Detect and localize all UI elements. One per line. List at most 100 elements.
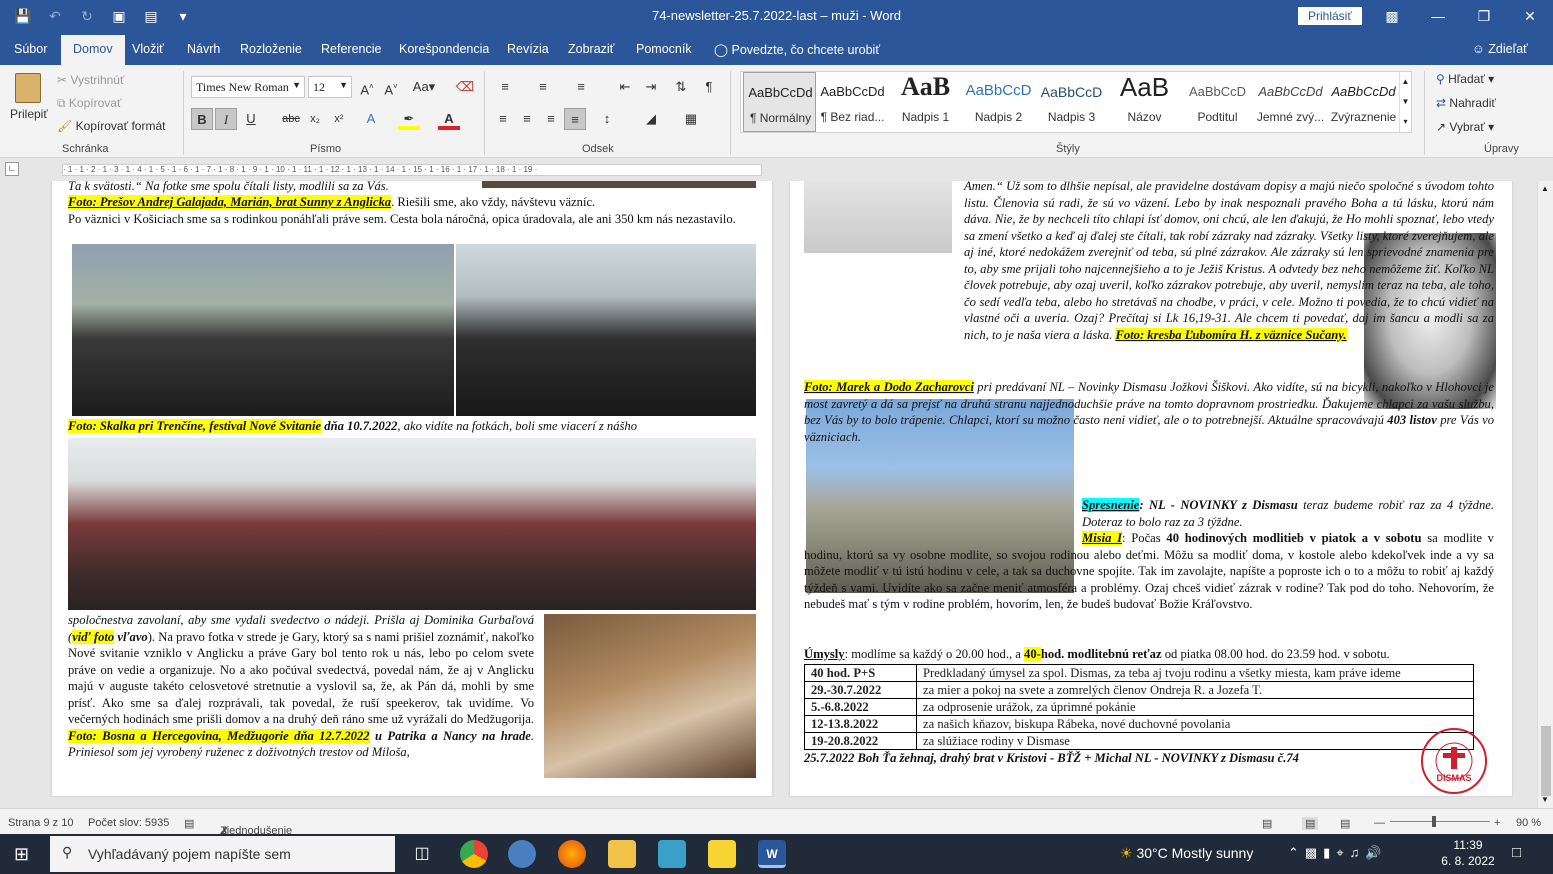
system-tray-icons[interactable]: ⌃▩▮⌖♫🔊 xyxy=(1288,845,1388,861)
paragraph-spresnenie: Spresnenie: NL - NOVINKY z Dismasu teraz… xyxy=(1082,498,1494,529)
shading-icon[interactable]: ◢ xyxy=(640,108,662,130)
ribbon-tabs: Súbor Domov Vložiť Návrh Rozloženie Refe… xyxy=(0,33,1553,65)
zoom-slider-thumb[interactable] xyxy=(1432,816,1436,827)
line-spacing-icon[interactable]: ↕ xyxy=(596,108,618,130)
font-size-combo[interactable]: 12 ▼ xyxy=(308,76,352,98)
task-view-icon[interactable]: ◫ xyxy=(408,840,436,868)
ribbon-display-icon[interactable]: ▩ xyxy=(1369,0,1415,33)
web-layout-icon[interactable]: ▤ xyxy=(1340,817,1350,830)
vertical-scrollbar[interactable]: ▲ ▼ xyxy=(1537,181,1553,808)
taskbar-search[interactable]: ⚲ Vyhľadávaný pojem napíšte sem xyxy=(50,836,395,872)
paste-button[interactable]: Prilepiť xyxy=(10,71,48,127)
scroll-up-icon[interactable]: ▲ xyxy=(1541,184,1549,193)
print-layout-icon[interactable]: ▤ xyxy=(1302,817,1319,830)
shrink-font-icon[interactable]: A˅ xyxy=(380,76,402,98)
superscript-button[interactable]: x² xyxy=(328,108,350,130)
svg-text:DISMAS: DISMAS xyxy=(1436,773,1471,783)
format-painter-button[interactable]: 🖌 Kopírovať formát xyxy=(57,119,165,133)
tab-design[interactable]: Návrh xyxy=(187,42,220,56)
signin-button[interactable]: Prihlásiť xyxy=(1298,7,1362,25)
subscript-button[interactable]: x₂ xyxy=(304,108,326,130)
zoom-in-icon[interactable]: + xyxy=(1494,817,1500,829)
align-center-icon[interactable]: ≡ xyxy=(516,108,538,130)
share-button[interactable]: ☺ Zdieľať xyxy=(1472,42,1528,56)
clear-formatting-icon[interactable]: ⌫ xyxy=(454,76,476,98)
taskbar: ⊞ ⚲ Vyhľadávaný pojem napíšte sem ◫ W ☀ … xyxy=(0,834,1553,874)
text-effects-icon[interactable]: A xyxy=(360,108,382,130)
style-heading-2[interactable]: AaBbCcD Nadpis 2 xyxy=(962,72,1035,132)
page-count[interactable]: Strana 9 z 10 xyxy=(8,817,73,829)
tab-review[interactable]: Revízia xyxy=(507,42,549,56)
tab-selector-icon[interactable]: ∟ xyxy=(5,162,19,176)
strikethrough-button[interactable]: abc xyxy=(280,108,302,130)
title-bar: 💾 ↶ ↻ ▣ ▤ ▾ 74-newsletter-25.7.2022-last… xyxy=(0,0,1553,33)
style-heading-1[interactable]: AaB Nadpis 1 xyxy=(889,72,962,132)
select-button[interactable]: ↗ Vybrať ▾ xyxy=(1436,120,1494,134)
windows-start-icon[interactable]: ⊞ xyxy=(14,844,29,865)
grow-font-icon[interactable]: A˄ xyxy=(356,76,378,98)
zoom-out-icon[interactable]: — xyxy=(1374,817,1385,829)
align-right-icon[interactable]: ≡ xyxy=(540,108,562,130)
weather-widget[interactable]: ☀ 30°C Mostly sunny xyxy=(1120,845,1253,862)
file-explorer-icon[interactable] xyxy=(608,840,636,868)
tab-mailings[interactable]: Korešpondencia xyxy=(399,42,489,56)
clock[interactable]: 11:39 6. 8. 2022 xyxy=(1440,837,1496,869)
numbering-icon[interactable]: ≡ xyxy=(532,76,554,98)
underline-button[interactable]: U xyxy=(240,108,262,130)
multilevel-list-icon[interactable]: ≡ xyxy=(570,76,592,98)
restore-button[interactable]: ❐ xyxy=(1461,0,1507,33)
read-mode-icon[interactable]: ▤ xyxy=(1262,817,1272,830)
word-icon[interactable]: W xyxy=(758,840,786,868)
horizontal-ruler[interactable]: · 1 · 1 · 2 · 1 · 3 · 1 · 4 · 1 · 5 · 1 … xyxy=(62,164,762,176)
show-formatting-icon[interactable]: ¶ xyxy=(698,76,720,98)
increase-indent-icon[interactable]: ⇥ xyxy=(640,76,662,98)
zoom-slider[interactable] xyxy=(1390,821,1490,822)
tell-me-search[interactable]: ◯ Povedzte, čo chcete urobiť xyxy=(714,42,880,57)
style-normal[interactable]: AaBbCcDd ¶ Normálny xyxy=(743,72,816,132)
proofing-icon[interactable]: ▤ xyxy=(184,817,194,830)
style-no-spacing[interactable]: AaBbCcDd ¶ Bez riad... xyxy=(816,72,889,132)
find-button[interactable]: ⚲ Hľadať ▾ xyxy=(1436,72,1494,86)
zoom-level[interactable]: 90 % xyxy=(1516,817,1541,829)
word-count[interactable]: Počet slov: 5935 xyxy=(88,817,169,829)
tab-layout[interactable]: Rozloženie xyxy=(240,42,302,56)
styles-scroll[interactable]: ▲ ▼ ▾ xyxy=(1399,72,1411,132)
stamp-seal-icon: DISMAS xyxy=(1421,728,1487,794)
font-name-combo[interactable]: Times New Roman ▼ xyxy=(191,76,305,98)
italic-button[interactable]: I xyxy=(215,108,237,130)
highlight-color-icon[interactable]: ✒ xyxy=(398,108,420,130)
firefox-icon[interactable] xyxy=(558,840,586,868)
tab-view[interactable]: Zobraziť xyxy=(568,42,614,56)
justify-icon[interactable]: ≡ xyxy=(564,108,586,130)
font-color-icon[interactable]: A xyxy=(438,108,460,130)
minimize-button[interactable]: — xyxy=(1415,0,1461,33)
copy-button[interactable]: ⧉ Kopírovať xyxy=(57,96,121,111)
style-title[interactable]: AaB Názov xyxy=(1108,72,1181,132)
style-subtitle[interactable]: AaBbCcD Podtitul xyxy=(1181,72,1254,132)
borders-icon[interactable]: ▦ xyxy=(680,108,702,130)
sticky-notes-icon[interactable] xyxy=(708,840,736,868)
scrollbar-thumb[interactable] xyxy=(1541,726,1551,796)
tab-help[interactable]: Pomocník xyxy=(636,42,692,56)
tab-insert[interactable]: Vložiť xyxy=(132,42,164,56)
notifications-icon[interactable]: □ xyxy=(1512,844,1521,861)
align-left-icon[interactable]: ≡ xyxy=(492,108,514,130)
cut-button[interactable]: ✂ Vystrihnúť xyxy=(57,73,124,87)
bold-button[interactable]: B xyxy=(191,108,213,130)
replace-button[interactable]: ⇄ Nahradiť xyxy=(1436,96,1496,110)
scroll-down-icon[interactable]: ▼ xyxy=(1541,795,1549,804)
browser-icon[interactable] xyxy=(508,840,536,868)
app-icon[interactable] xyxy=(658,840,686,868)
tab-home[interactable]: Domov xyxy=(61,35,125,65)
chrome-icon[interactable] xyxy=(460,840,488,868)
style-emphasis[interactable]: AaBbCcDd Zvýraznenie xyxy=(1327,72,1400,132)
decrease-indent-icon[interactable]: ⇤ xyxy=(614,76,636,98)
tab-file[interactable]: Súbor xyxy=(14,42,47,56)
change-case-icon[interactable]: Aa▾ xyxy=(410,76,438,98)
style-heading-3[interactable]: AaBbCcD Nadpis 3 xyxy=(1035,72,1108,132)
tab-references[interactable]: Referencie xyxy=(321,42,381,56)
bullets-icon[interactable]: ≡ xyxy=(494,76,516,98)
sort-icon[interactable]: ⇅ xyxy=(670,76,692,98)
close-button[interactable]: ✕ xyxy=(1507,0,1553,33)
style-subtle-emphasis[interactable]: AaBbCcDd Jemné zvý... xyxy=(1254,72,1327,132)
